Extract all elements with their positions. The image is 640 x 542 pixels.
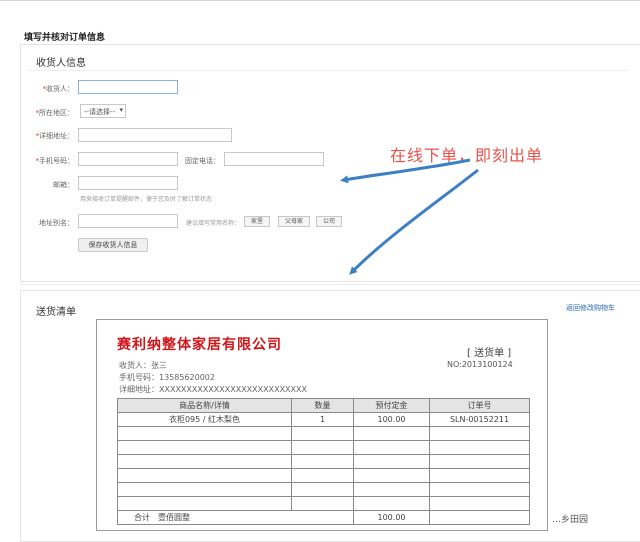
col-header-order-no: 订单号 — [429, 398, 530, 413]
col-header-item: 商品名称/详情 — [117, 398, 292, 413]
region-label: *所在地区： — [35, 109, 75, 117]
table-header-row: 商品名称/详情 数量 预付定金 订单号 — [117, 398, 530, 413]
delivery-section-title: 送货清单 — [36, 307, 76, 318]
receiver-name-input[interactable] — [78, 80, 178, 94]
mobile-info: 手机号码：13585620002 — [119, 373, 215, 382]
phone-label: 固定电话： — [185, 157, 220, 165]
recipient-info: 收货人：张三 — [119, 361, 167, 370]
col-header-deposit: 预付定金 — [353, 398, 430, 413]
delivery-slip: 赛利纳整体家居有限公司 [ 送货单 ] NO:2013100124 收货人：张三… — [96, 319, 548, 531]
save-receiver-button[interactable]: 保存收货人信息 — [78, 238, 148, 252]
panel-divider — [20, 284, 640, 285]
watermark: …乡田园 — [552, 515, 589, 525]
table-row — [117, 454, 530, 469]
alias-tag-home[interactable]: 家里 — [244, 216, 270, 227]
annotation-text: 在线下单，即刻出单 — [390, 146, 544, 165]
total-amount: 100.00 — [353, 510, 430, 525]
email-input[interactable] — [78, 176, 178, 190]
receiver-section-title: 收货人信息 — [36, 58, 86, 69]
col-header-qty: 数量 — [291, 398, 354, 413]
total-label: 合计 壹佰圆整 — [117, 510, 354, 525]
table-row — [117, 468, 530, 483]
alias-label: 地址别名： — [39, 219, 74, 227]
table-row — [117, 482, 530, 497]
back-to-cart-link[interactable]: 返回修改购物车 — [566, 303, 615, 313]
address-input[interactable] — [78, 128, 232, 142]
region-select[interactable]: --请选择-- ▾ — [80, 104, 126, 118]
table-row: 衣柜095 / 红木梨色 1 100.00 SLN-00152211 — [117, 412, 530, 427]
page-title: 填写并核对订单信息 — [24, 33, 106, 43]
email-hint: 用来接收订单提醒邮件，便于您及时了解订单状态 — [80, 196, 213, 203]
table-total-row: 合计 壹佰圆整 100.00 — [117, 510, 530, 525]
alias-tag-company[interactable]: 公司 — [316, 216, 342, 227]
company-name: 赛利纳整体家居有限公司 — [117, 337, 282, 353]
doc-label: [ 送货单 ] — [467, 348, 512, 359]
table-row — [117, 496, 530, 511]
order-table: 商品名称/详情 数量 预付定金 订单号 衣柜095 / 红木梨色 1 100.00 S… — [117, 398, 530, 525]
section-divider — [28, 70, 628, 71]
phone-input[interactable] — [224, 152, 324, 166]
email-label: 邮箱： — [53, 181, 74, 189]
name-label: *收货人： — [42, 85, 75, 93]
alias-hint: 建议填写常用名称： — [186, 220, 241, 227]
top-border — [0, 0, 640, 1]
alias-tag-parents[interactable]: 父母家 — [278, 216, 310, 227]
chevron-down-icon: ▾ — [119, 106, 123, 114]
table-row — [117, 440, 530, 455]
address-info: 详细地址：XXXXXXXXXXXXXXXXXXXXXXXXXXX — [119, 385, 307, 394]
doc-number: NO:2013100124 — [447, 360, 513, 369]
address-label: *详细地址： — [35, 132, 75, 140]
alias-input[interactable] — [78, 214, 178, 228]
table-row — [117, 426, 530, 441]
mobile-label: *手机号码： — [35, 157, 75, 165]
